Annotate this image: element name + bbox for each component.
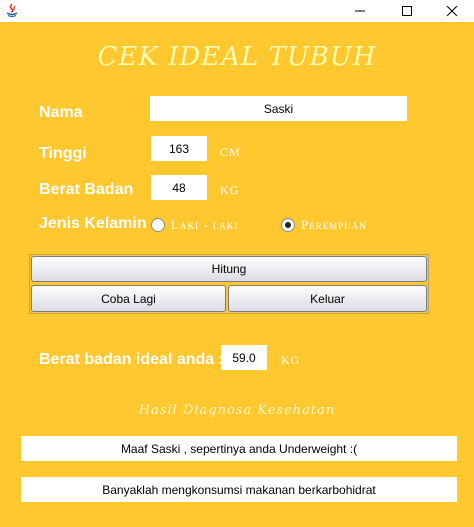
tinggi-input[interactable]: 163 [151, 136, 207, 161]
radio-laki-label: Laki - laki [171, 217, 239, 232]
minimize-button[interactable] [338, 0, 382, 22]
diagnosis-message-1: Maaf Saski , sepertinya anda Underweight… [21, 436, 457, 461]
diagnosis-message-2: Banyaklah mengkonsumsi makanan berkarboh… [21, 477, 457, 502]
radio-perempuan-label: Perempuan [301, 217, 367, 232]
result-value-field: 59.0 [221, 345, 267, 370]
hitung-button[interactable]: Hitung [31, 256, 427, 282]
coba-lagi-button[interactable]: Coba Lagi [31, 285, 226, 312]
tinggi-label: Tinggi [39, 145, 87, 162]
close-icon [446, 5, 458, 17]
page-title: CEK IDEAL TUBUH [97, 42, 377, 72]
berat-unit: KG [220, 183, 240, 197]
radio-laki[interactable]: Laki - laki [151, 217, 238, 233]
keluar-button[interactable]: Keluar [228, 285, 427, 312]
nama-input[interactable]: Saski [150, 96, 407, 121]
radio-laki-dot[interactable] [151, 218, 165, 232]
result-label: Berat badan ideal anda : [39, 351, 224, 368]
nama-label: Nama [39, 104, 83, 121]
berat-input[interactable]: 48 [151, 175, 207, 200]
close-button[interactable] [430, 0, 474, 22]
result-unit: KG [281, 353, 301, 367]
berat-label: Berat Badan [39, 181, 134, 198]
maximize-icon [402, 6, 412, 16]
java-app-icon [4, 2, 20, 18]
title-bar [0, 0, 474, 22]
gender-label: Jenis Kelamin [39, 215, 147, 232]
maximize-button[interactable] [385, 0, 429, 22]
tinggi-unit: CM [220, 145, 241, 159]
radio-perempuan-dot[interactable] [281, 218, 295, 232]
minimize-icon [355, 10, 365, 12]
diagnosis-title: Hasil Diagnosa Kesehatan [138, 403, 336, 418]
radio-perempuan[interactable]: Perempuan [281, 217, 367, 233]
main-panel: CEK IDEAL TUBUH Nama Saski Tinggi 163 CM… [0, 22, 474, 527]
